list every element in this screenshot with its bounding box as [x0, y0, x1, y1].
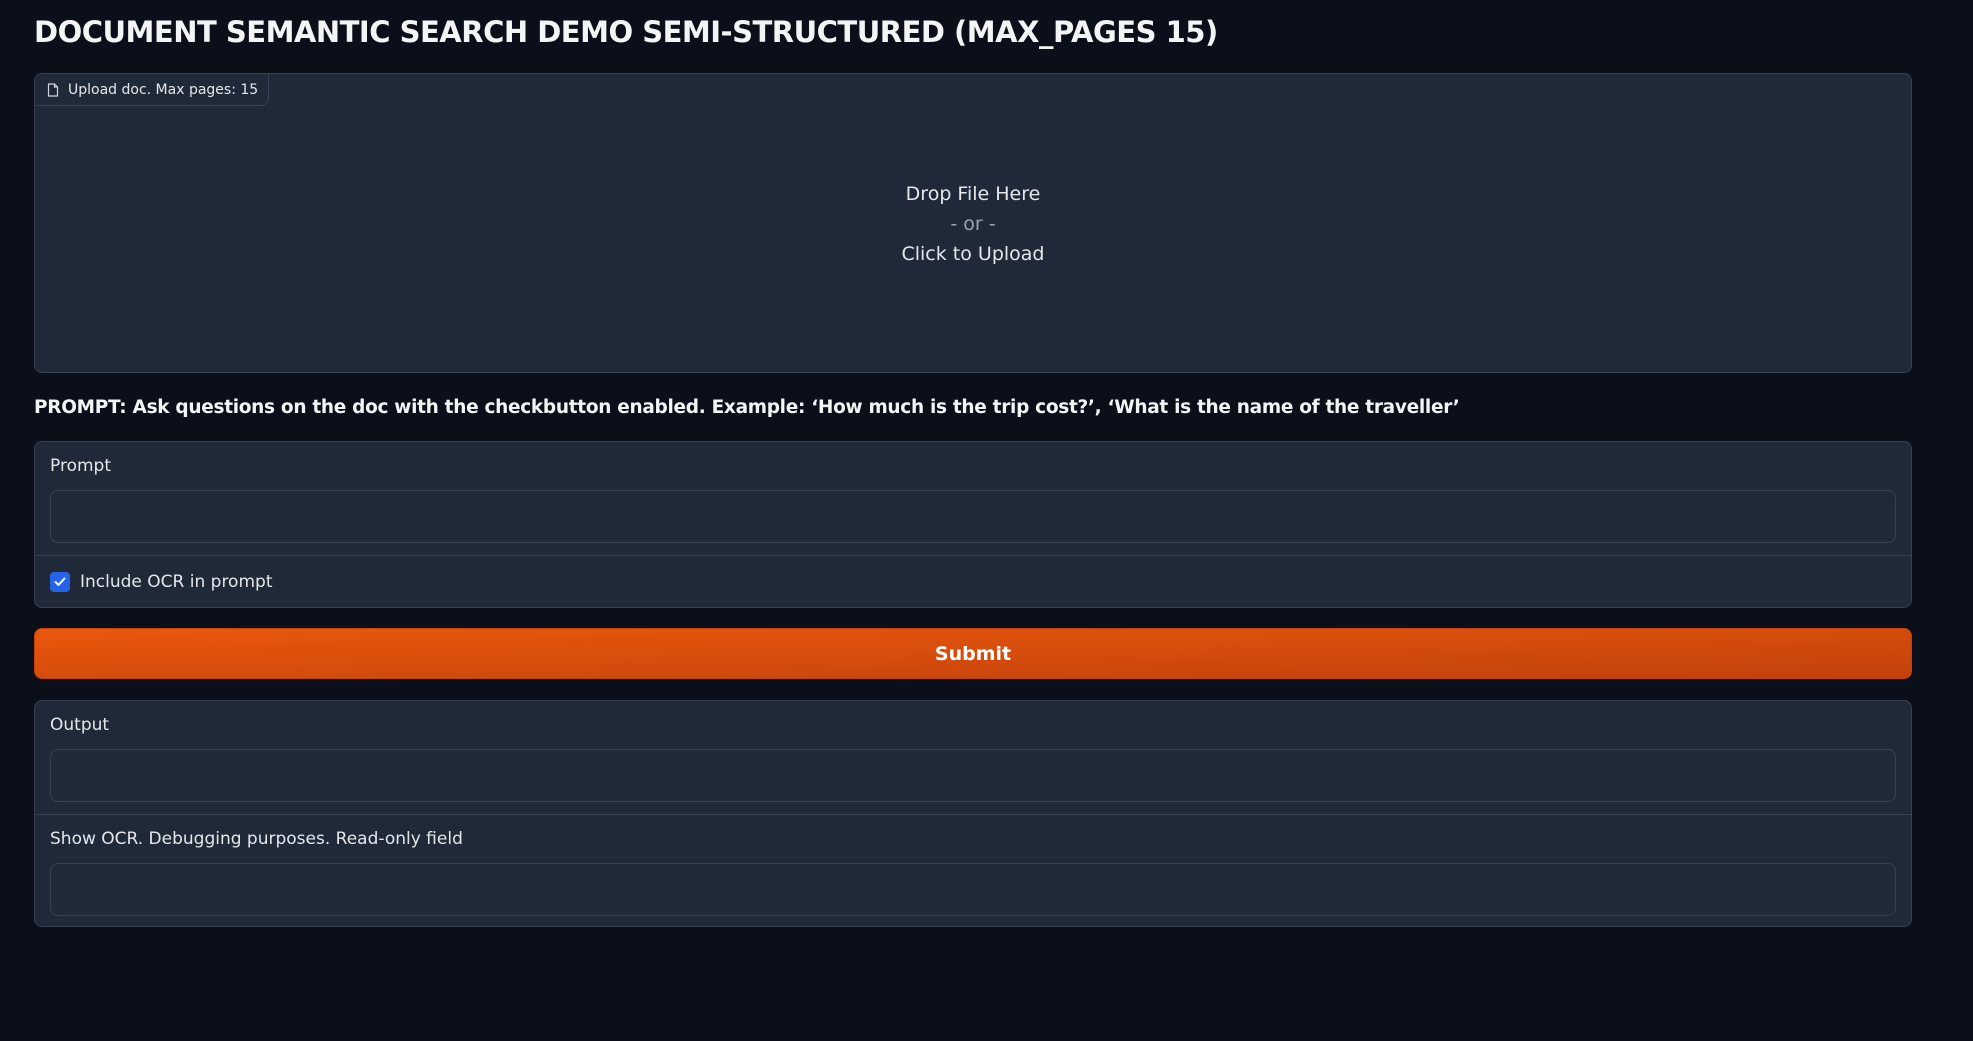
- output-form-block: Output Show OCR. Debugging purposes. Rea…: [34, 700, 1912, 927]
- ocr-output-field: Show OCR. Debugging purposes. Read-only …: [35, 815, 1911, 926]
- file-upload-dropzone[interactable]: Upload doc. Max pages: 15 Drop File Here…: [34, 73, 1912, 373]
- prompt-label: Prompt: [50, 456, 111, 476]
- click-to-upload-text[interactable]: Click to Upload: [35, 239, 1911, 269]
- submit-button[interactable]: Submit: [34, 628, 1912, 679]
- include-ocr-label[interactable]: Include OCR in prompt: [80, 572, 272, 592]
- ocr-output-label: Show OCR. Debugging purposes. Read-only …: [50, 829, 463, 849]
- upload-label-badge: Upload doc. Max pages: 15: [35, 74, 270, 106]
- include-ocr-checkbox-row[interactable]: Include OCR in prompt: [35, 556, 1911, 607]
- prompt-input[interactable]: [50, 490, 1896, 543]
- checkmark-icon: [54, 577, 66, 586]
- page-title: DOCUMENT SEMANTIC SEARCH DEMO SEMI-STRUC…: [34, 15, 1218, 49]
- prompt-instructions: PROMPT: Ask questions on the doc with th…: [34, 397, 1460, 418]
- drop-zone-text[interactable]: Drop File Here - or - Click to Upload: [35, 179, 1911, 269]
- ocr-output-textbox[interactable]: [50, 863, 1896, 916]
- include-ocr-checkbox[interactable]: [50, 572, 70, 592]
- app-page: DOCUMENT SEMANTIC SEARCH DEMO SEMI-STRUC…: [0, 0, 1973, 1041]
- output-field: Output: [35, 701, 1911, 814]
- prompt-form-block: Prompt Include OCR in prompt: [34, 441, 1912, 608]
- drop-file-text: Drop File Here: [905, 183, 1041, 205]
- or-separator-text: - or -: [950, 213, 996, 235]
- file-icon: [47, 82, 59, 97]
- output-label: Output: [50, 715, 110, 735]
- output-textbox[interactable]: [50, 749, 1896, 802]
- prompt-field: Prompt: [35, 442, 1911, 555]
- upload-label-text: Upload doc. Max pages: 15: [68, 81, 259, 98]
